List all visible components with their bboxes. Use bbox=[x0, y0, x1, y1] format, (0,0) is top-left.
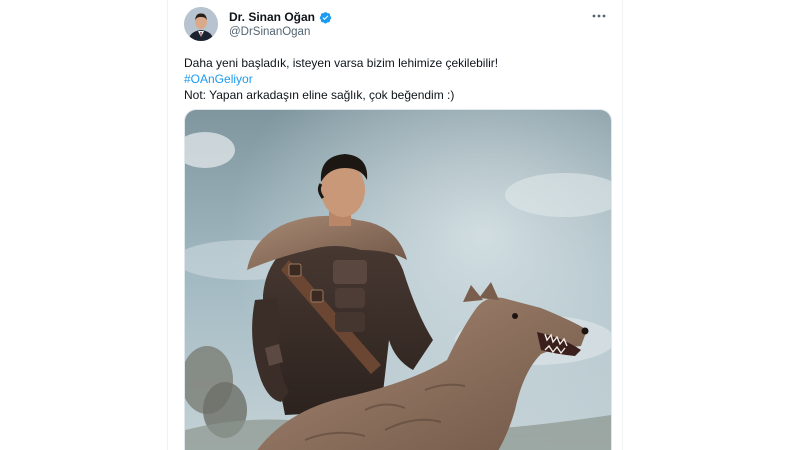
author-handle[interactable]: @DrSinanOgan bbox=[229, 26, 310, 38]
tweet-card: Dr. Sinan Oğan @DrSinanOgan Daha yeni ba… bbox=[167, 0, 623, 450]
author-display-name[interactable]: Dr. Sinan Oğan bbox=[229, 10, 315, 24]
verified-badge-icon bbox=[319, 11, 332, 24]
more-options-button[interactable] bbox=[588, 9, 610, 23]
tweet-text-line-3: Not: Yapan arkadaşın eline sağlık, çok b… bbox=[184, 88, 455, 102]
warrior-wolf-illustration bbox=[185, 110, 611, 450]
tweet-media-image[interactable] bbox=[184, 109, 612, 450]
avatar[interactable] bbox=[184, 7, 218, 41]
hashtag-link[interactable]: #OAnGeliyor bbox=[184, 71, 604, 87]
author-name-row[interactable]: Dr. Sinan Oğan bbox=[229, 10, 332, 24]
tweet-text: Daha yeni başladık, isteyen varsa bizim … bbox=[184, 55, 604, 103]
tweet-text-line-1: Daha yeni başladık, isteyen varsa bizim … bbox=[184, 56, 499, 70]
more-horizontal-icon bbox=[592, 14, 606, 18]
